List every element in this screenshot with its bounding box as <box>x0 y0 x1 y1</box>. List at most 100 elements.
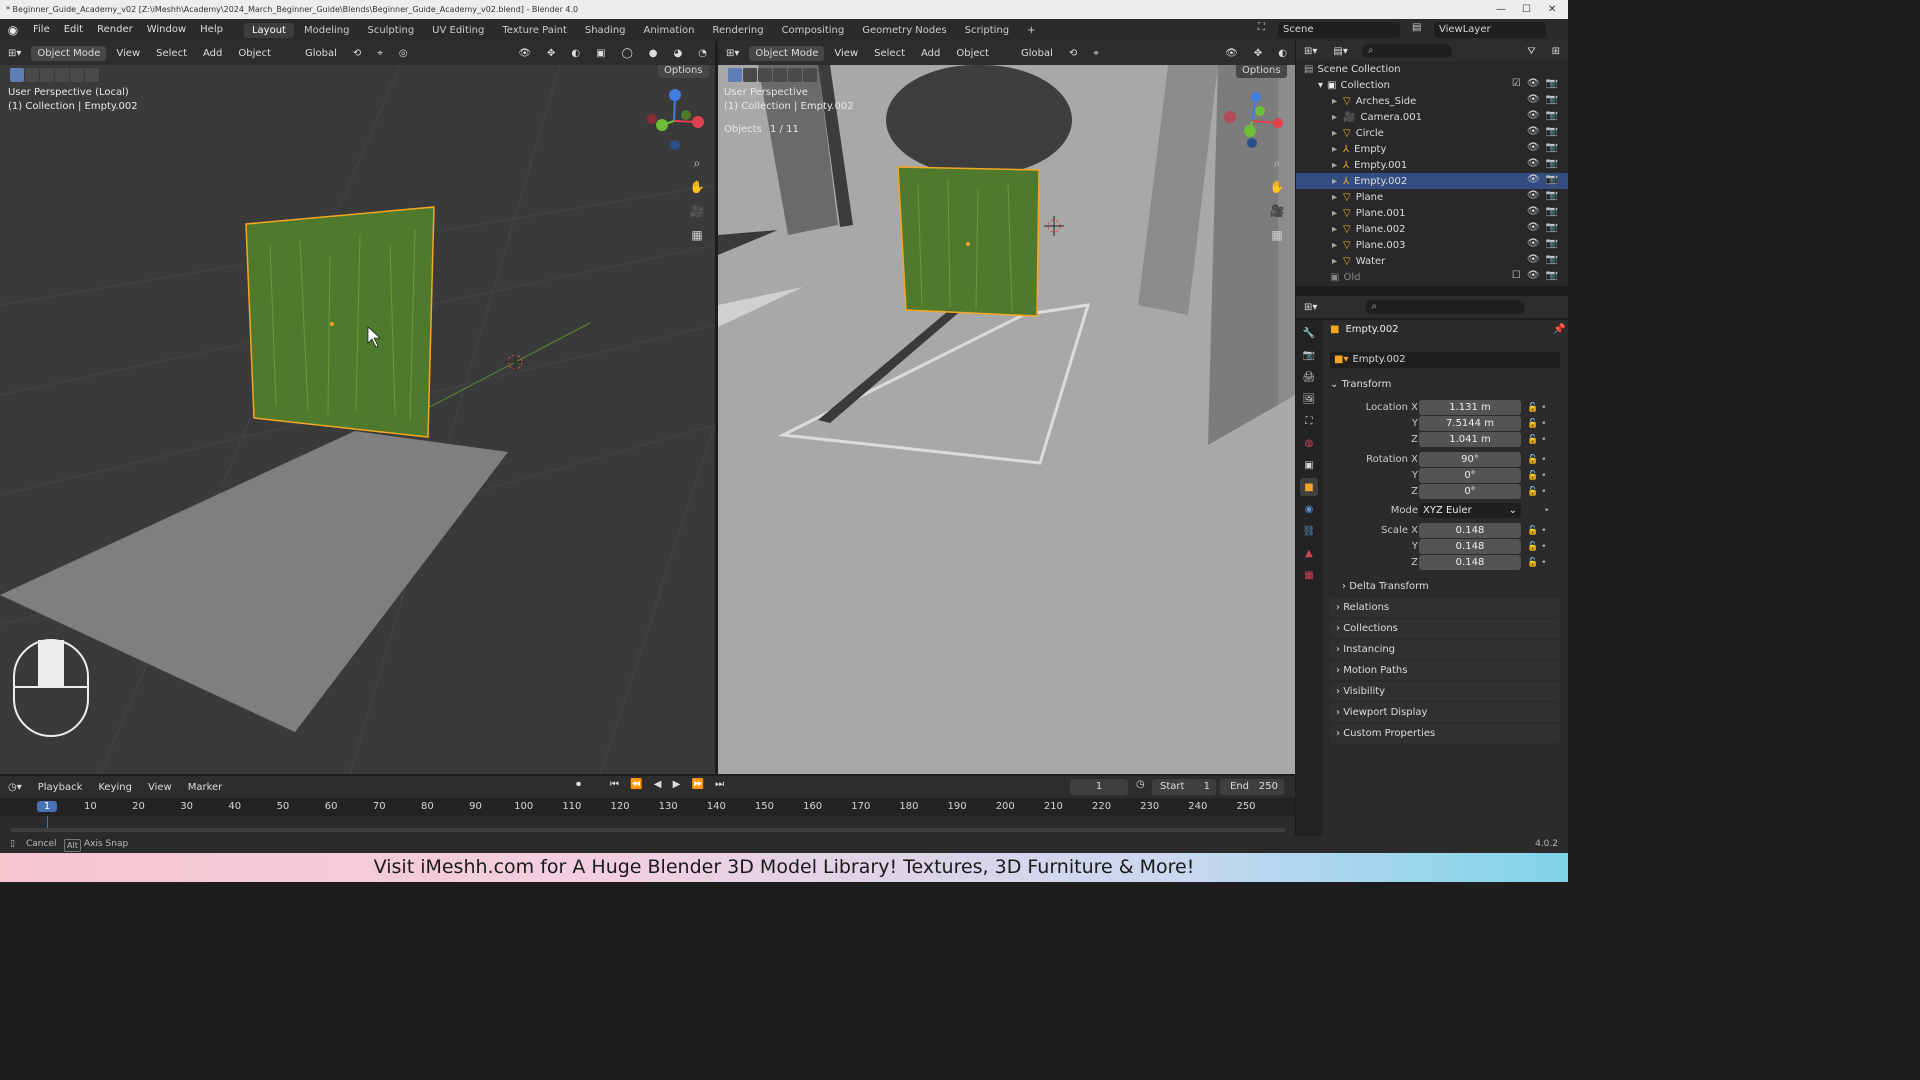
right-editor-type-icon[interactable]: ⊞▾ <box>720 46 745 61</box>
right-select-tools[interactable] <box>728 68 817 82</box>
panel-relations[interactable]: › Relations <box>1330 598 1560 617</box>
camera-icon[interactable]: 📷 <box>1546 222 1558 233</box>
keyframe-dot-icon[interactable]: • <box>1544 503 1549 519</box>
left-menu-select[interactable]: Select <box>150 46 193 61</box>
right-menu-object[interactable]: Object <box>950 46 995 61</box>
tab-uv-editing[interactable]: UV Editing <box>424 23 492 38</box>
properties-editor-icon[interactable]: ⊞▾ <box>1298 300 1323 315</box>
xray-icon[interactable]: ▣ <box>590 46 611 61</box>
checkbox-icon[interactable]: ☐ <box>1512 270 1521 281</box>
eye-icon[interactable]: 👁 <box>1527 254 1540 265</box>
camera-icon[interactable]: 📷 <box>1546 110 1558 121</box>
outliner-item[interactable]: ▸ ⅄ Empty.002 👁 📷 <box>1296 173 1568 189</box>
left-select-tools[interactable] <box>10 68 99 82</box>
right-menu-select[interactable]: Select <box>868 46 911 61</box>
timeline-menu-marker[interactable]: Marker <box>182 780 229 795</box>
timeline-scrollbar[interactable] <box>10 828 1286 832</box>
expand-arrow-icon[interactable]: ▸ <box>1332 144 1337 155</box>
lock-icon[interactable]: 🔓 • <box>1527 416 1546 432</box>
outliner-item[interactable]: ▸ ▽ Arches_Side 👁 📷 <box>1296 93 1568 109</box>
scene-icon[interactable]: ⛶ <box>1258 22 1274 38</box>
playback-controls[interactable]: ⏮ ⏪ ◀ ▶ ⏩ ⏭ <box>610 779 728 790</box>
object-tab-icon[interactable]: ■ <box>1300 478 1318 496</box>
eye-icon[interactable]: 👁 <box>1527 94 1540 105</box>
tab-sculpting[interactable]: Sculpting <box>359 23 422 38</box>
menu-render[interactable]: Render <box>90 19 140 41</box>
expand-arrow-icon[interactable]: ▸ <box>1332 128 1337 139</box>
view-layer-selector[interactable]: ViewLayer <box>1434 22 1546 38</box>
snap-icon[interactable]: ⌖ <box>371 46 389 61</box>
eye-icon[interactable]: 👁 <box>1527 270 1540 281</box>
lock-icon[interactable]: 🔓 • <box>1527 523 1546 539</box>
texture-tab-icon[interactable]: ▦ <box>1300 566 1318 584</box>
rotation-y-field[interactable]: 0° <box>1419 468 1521 483</box>
start-frame-field[interactable]: Start 1 <box>1152 779 1216 795</box>
outliner-scene-collection[interactable]: ▤ Scene Collection <box>1296 61 1568 77</box>
menu-help[interactable]: Help <box>193 19 230 41</box>
timeline-ruler[interactable]: 1 10 20 30 40 50 60 70 80 90 100 110 120 130 140 150 160… <box>0 798 1295 832</box>
editor-type-icon[interactable]: ⊞▾ <box>2 46 27 61</box>
outliner-old-collection[interactable]: ▣ Old ☐ 👁 📷 <box>1296 269 1568 285</box>
menu-edit[interactable]: Edit <box>57 19 90 41</box>
outliner-item[interactable]: ▸ ⅄ Empty 👁 📷 <box>1296 141 1568 157</box>
left-menu-add[interactable]: Add <box>197 46 228 61</box>
timeline-menu-keying[interactable]: Keying <box>92 780 138 795</box>
expand-arrow-icon[interactable]: ▸ <box>1332 96 1337 107</box>
gizmo-toggle-icon[interactable]: ✥ <box>541 46 561 61</box>
close-icon[interactable]: ✕ <box>1548 0 1556 19</box>
lock-icon[interactable]: 🔓 • <box>1527 400 1546 416</box>
tab-texture-paint[interactable]: Texture Paint <box>494 23 575 38</box>
left-mode-dropdown[interactable]: Object Mode <box>31 45 107 61</box>
tab-rendering[interactable]: Rendering <box>704 23 771 38</box>
record-icon[interactable]: ⏺ <box>576 779 581 790</box>
eye-icon[interactable]: 👁 <box>1527 174 1540 185</box>
world-tab-icon[interactable]: ◍ <box>1300 434 1318 452</box>
left-navigation-gizmo[interactable] <box>640 85 710 155</box>
eye-icon[interactable]: 👁 <box>1527 158 1540 169</box>
expand-arrow-icon[interactable]: ▸ <box>1332 192 1337 203</box>
right-menu-view[interactable]: View <box>828 46 864 61</box>
outliner-item[interactable]: ▸ ▽ Water 👁 📷 <box>1296 253 1568 269</box>
rotation-z-field[interactable]: 0° <box>1419 484 1521 499</box>
timeline-menu-playback[interactable]: Playback <box>32 780 89 795</box>
camera-icon[interactable]: 📷 <box>1546 78 1558 89</box>
expand-arrow-icon[interactable]: ▸ <box>1332 160 1337 171</box>
current-frame-field[interactable]: 1 <box>1070 779 1128 795</box>
minimize-icon[interactable]: — <box>1496 0 1506 19</box>
panel-visibility[interactable]: › Visibility <box>1330 682 1560 701</box>
rotation-x-field[interactable]: 90° <box>1419 452 1521 467</box>
output-tab-icon[interactable]: 🖨 <box>1300 368 1318 386</box>
shading-material-icon[interactable]: ◕ <box>668 46 689 61</box>
menu-file[interactable]: File <box>26 19 57 41</box>
scale-y-field[interactable]: 0.148 <box>1419 539 1521 554</box>
right-pivot-icon[interactable]: ⟲ <box>1063 46 1083 61</box>
outliner-display-mode-icon[interactable]: ▤▾ <box>1327 44 1353 59</box>
timeline-menu-view[interactable]: View <box>142 780 178 795</box>
eye-icon[interactable]: 👁 <box>1527 126 1540 137</box>
camera-icon[interactable]: 📷 <box>1546 254 1558 265</box>
outliner-new-collection-icon[interactable]: ⊞ <box>1546 44 1566 59</box>
scale-x-field[interactable]: 0.148 <box>1419 523 1521 538</box>
lock-icon[interactable]: 🔓 • <box>1527 432 1546 448</box>
delta-transform-subpanel[interactable]: › Delta Transform <box>1342 578 1552 595</box>
grass-plane-selected[interactable] <box>245 206 435 438</box>
camera-icon[interactable]: 📷 <box>1546 190 1558 201</box>
camera-icon[interactable]: 📷 <box>1546 174 1558 185</box>
left-options-button[interactable]: Options <box>658 65 709 78</box>
pan-hand-icon[interactable]: ✋ <box>687 177 707 197</box>
eye-icon[interactable]: 👁 <box>1527 190 1540 201</box>
expand-arrow-icon[interactable]: ▸ <box>1332 256 1337 267</box>
tool-tab-icon[interactable]: 🔧 <box>1300 324 1318 342</box>
scale-z-field[interactable]: 0.148 <box>1419 555 1521 570</box>
right-overlay-toggle-icon[interactable]: ◐ <box>1272 46 1293 61</box>
tab-geometry-nodes[interactable]: Geometry Nodes <box>854 23 954 38</box>
right-navigation-gizmo[interactable] <box>1218 85 1288 155</box>
outliner-editor-icon[interactable]: ⊞▾ <box>1298 44 1323 59</box>
overlay-toggle-icon[interactable]: ◐ <box>565 46 586 61</box>
outliner-item[interactable]: ▸ ▽ Plane.003 👁 📷 <box>1296 237 1568 253</box>
eye-icon[interactable]: 👁 <box>1527 78 1540 89</box>
tab-shading[interactable]: Shading <box>577 23 634 38</box>
lock-icon[interactable]: 🔓 • <box>1527 555 1546 571</box>
lock-icon[interactable]: 🔓 • <box>1527 484 1546 500</box>
outliner-filter-icon[interactable]: ⛛ <box>1521 44 1541 59</box>
